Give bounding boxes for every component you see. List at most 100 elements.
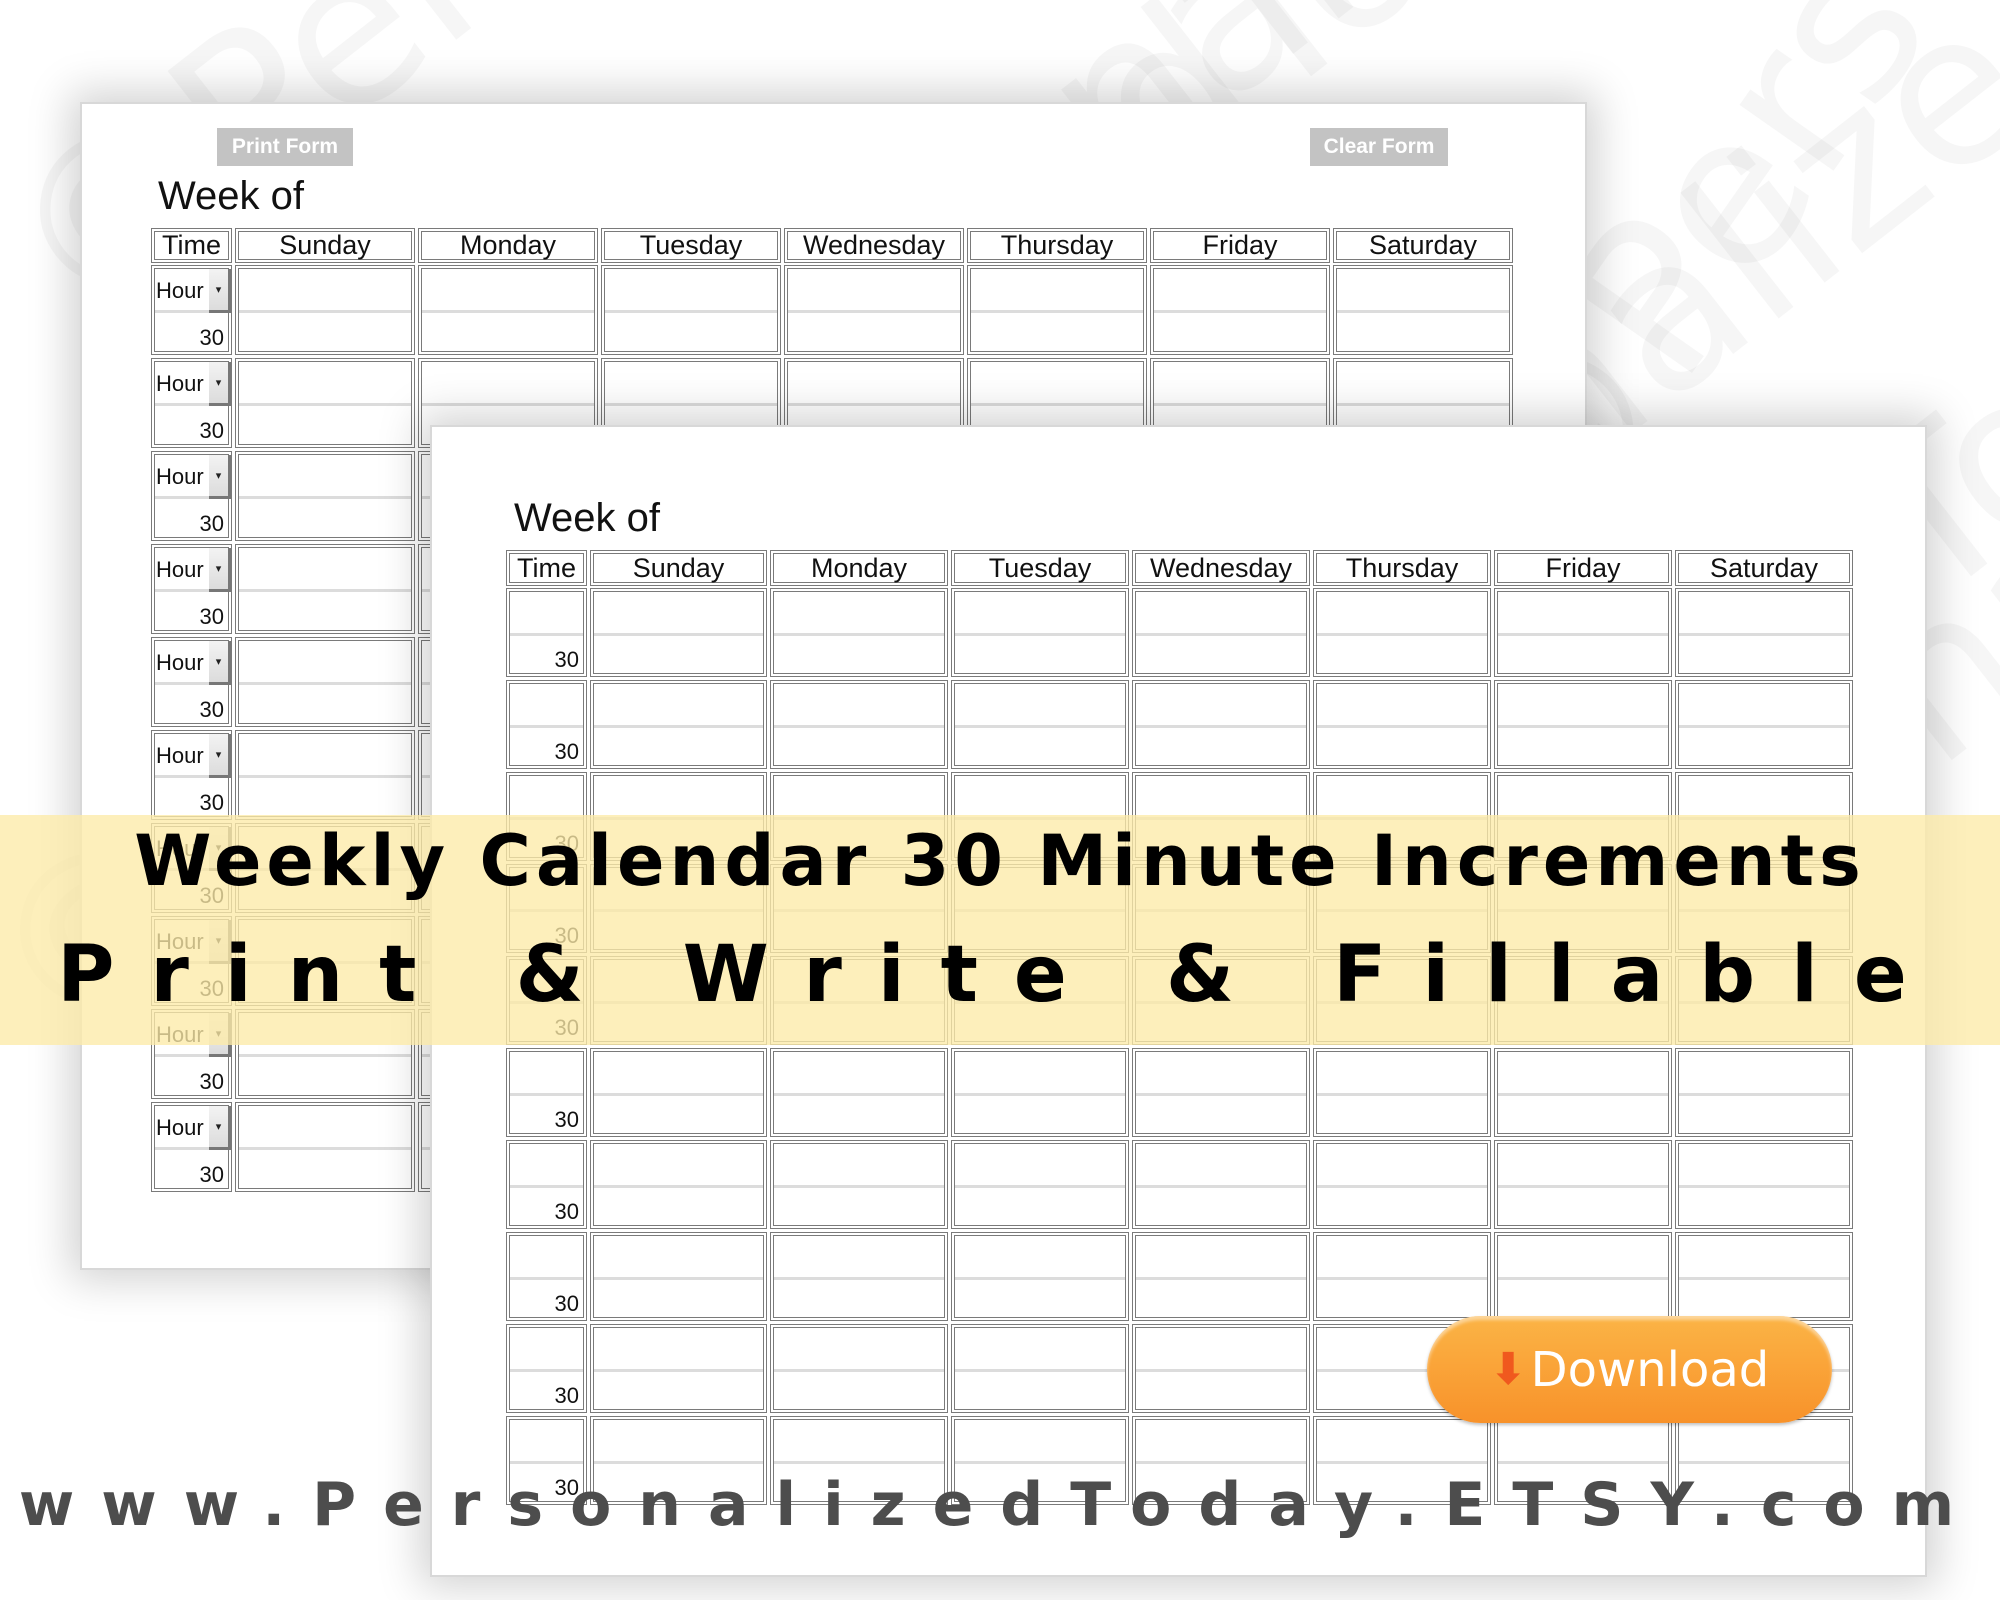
hour-dropdown[interactable]: Hour▾ [155,1106,231,1150]
half-hour-divider [955,1368,1125,1372]
chevron-down-icon[interactable]: ▾ [209,734,231,778]
half-hour-divider [955,1184,1125,1188]
day-entry-cell[interactable] [235,544,415,634]
day-entry-cell[interactable] [590,1048,767,1137]
day-entry-cell[interactable] [235,1102,415,1192]
half-hour-divider [1679,1460,1849,1464]
half-hour-label: 30 [554,1291,579,1316]
day-entry-cell[interactable] [1313,1048,1491,1137]
day-entry-cell[interactable] [1494,1140,1672,1229]
day-entry-cell[interactable] [235,730,415,820]
half-hour-divider [1317,1276,1487,1280]
day-entry-cell[interactable] [590,1140,767,1229]
day-entry-cell[interactable] [1333,265,1513,355]
day-entry-cell[interactable] [1675,680,1853,769]
day-entry-cell[interactable] [1132,1048,1310,1137]
day-entry-cell[interactable] [235,265,415,355]
day-entry-cell[interactable] [1132,1324,1310,1413]
day-entry-cell[interactable] [967,265,1147,355]
day-entry-cell[interactable] [601,265,781,355]
download-label: Download [1530,1341,1770,1398]
hour-dropdown-value: Hour [156,557,204,582]
hour-dropdown[interactable]: Hour▾ [155,734,231,778]
day-entry-cell[interactable] [1675,1232,1853,1321]
day-entry-cell[interactable] [1494,588,1672,677]
day-entry-cell[interactable] [951,680,1129,769]
chevron-down-icon[interactable]: ▾ [209,455,231,499]
day-entry-cell[interactable] [951,1232,1129,1321]
chevron-down-icon[interactable]: ▾ [209,548,231,592]
day-entry-cell[interactable] [1675,1048,1853,1137]
header-day: Thursday [967,228,1147,263]
half-hour-divider [1136,1460,1306,1464]
day-entry-cell[interactable] [1494,1232,1672,1321]
day-entry-cell[interactable] [770,1324,948,1413]
download-button[interactable]: ⬇ Download [1427,1316,1832,1423]
day-entry-cell[interactable] [1313,588,1491,677]
half-hour-divider [605,403,777,406]
hour-dropdown[interactable]: Hour▾ [155,641,231,685]
half-hour-label: 30 [199,418,224,443]
day-entry-cell[interactable] [1132,680,1310,769]
half-hour-label: 30 [199,697,224,722]
half-hour-divider [1317,724,1487,728]
day-entry-cell[interactable] [951,1324,1129,1413]
day-entry-cell[interactable] [235,358,415,448]
half-hour-divider [510,1460,583,1464]
day-entry-cell[interactable] [951,1048,1129,1137]
day-entry-cell[interactable] [590,680,767,769]
header-day: Friday [1150,228,1330,263]
chevron-down-icon[interactable]: ▾ [209,1106,231,1150]
half-hour-divider [1136,724,1306,728]
day-entry-cell[interactable] [1132,1232,1310,1321]
day-entry-cell[interactable] [590,1324,767,1413]
day-entry-cell[interactable] [590,588,767,677]
day-entry-cell[interactable] [235,637,415,727]
clear-form-button[interactable]: Clear Form [1310,128,1448,166]
half-hour-divider [1498,632,1668,636]
day-entry-cell[interactable] [590,1232,767,1321]
day-entry-cell[interactable] [1150,265,1330,355]
day-entry-cell[interactable] [770,1232,948,1321]
chevron-down-icon[interactable]: ▾ [209,362,231,406]
time-cell: 30 [506,1048,587,1137]
chevron-down-icon[interactable]: ▾ [209,269,231,313]
time-cell: 30 Hour▾ [151,451,232,541]
day-entry-cell[interactable] [1313,1232,1491,1321]
day-entry-cell[interactable] [770,1140,948,1229]
half-hour-divider [239,589,411,592]
day-entry-cell[interactable] [770,1048,948,1137]
day-entry-cell[interactable] [1494,1048,1672,1137]
half-hour-divider [1136,1184,1306,1188]
day-entry-cell[interactable] [1132,1140,1310,1229]
chevron-down-icon[interactable]: ▾ [209,641,231,685]
hour-dropdown[interactable]: Hour▾ [155,455,231,499]
half-hour-divider [1136,632,1306,636]
day-entry-cell[interactable] [951,1140,1129,1229]
day-entry-cell[interactable] [951,588,1129,677]
half-hour-label: 30 [554,1383,579,1408]
hour-dropdown[interactable]: Hour▾ [155,548,231,592]
half-hour-divider [594,1092,763,1096]
half-hour-divider [594,1276,763,1280]
day-entry-cell[interactable] [235,451,415,541]
hour-dropdown[interactable]: Hour▾ [155,269,231,313]
print-form-button[interactable]: Print Form [217,128,353,166]
hour-dropdown[interactable]: Hour▾ [155,362,231,406]
half-hour-divider [774,1092,944,1096]
half-hour-divider [1498,1276,1668,1280]
day-entry-cell[interactable] [1675,1140,1853,1229]
day-entry-cell[interactable] [418,265,598,355]
half-hour-divider [239,1054,411,1057]
day-entry-cell[interactable] [1313,1140,1491,1229]
half-hour-divider [774,632,944,636]
day-entry-cell[interactable] [1494,680,1672,769]
day-entry-cell[interactable] [770,680,948,769]
half-hour-divider [1317,632,1487,636]
day-entry-cell[interactable] [1132,588,1310,677]
day-entry-cell[interactable] [784,265,964,355]
day-entry-cell[interactable] [1675,588,1853,677]
half-hour-divider [1498,1184,1668,1188]
day-entry-cell[interactable] [1313,680,1491,769]
day-entry-cell[interactable] [770,588,948,677]
